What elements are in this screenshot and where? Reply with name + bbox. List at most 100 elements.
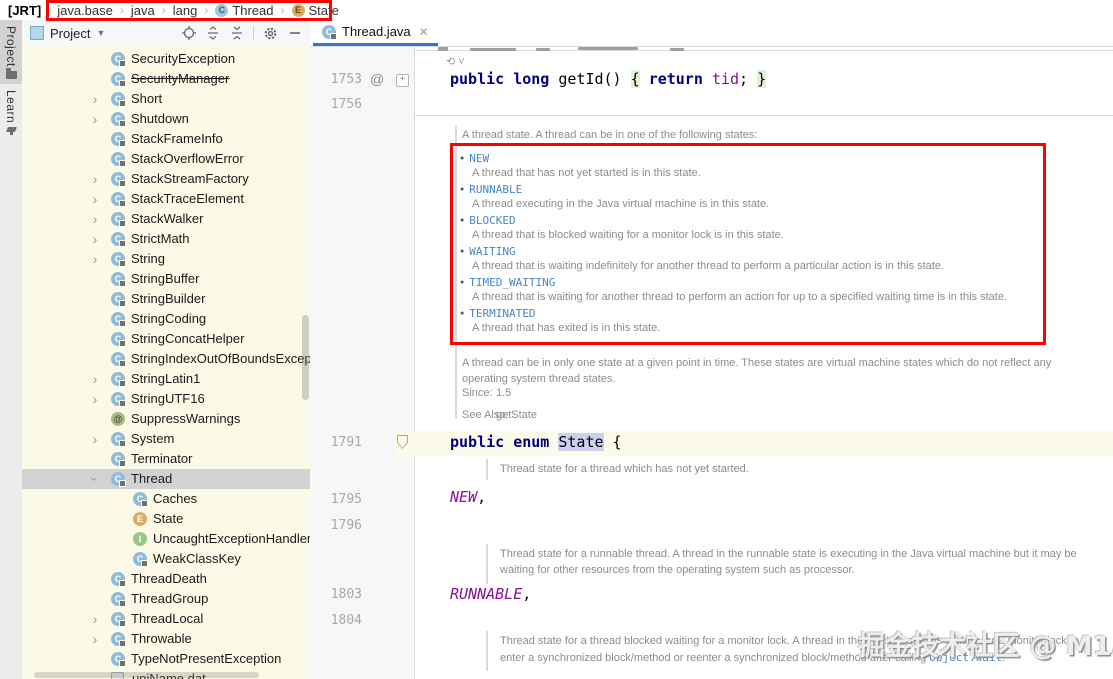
chevron-right-icon[interactable]: › [87, 369, 103, 389]
tree-item-SuppressWarnings[interactable]: @ SuppressWarnings [22, 409, 310, 429]
breadcrumb-item-Thread[interactable]: C Thread [215, 3, 274, 18]
javadoc-runnable: Thread state for a runnable thread. A th… [500, 548, 1077, 576]
see-also-link-getstate[interactable]: getState [496, 409, 537, 421]
annotation-icon: @ [111, 412, 125, 426]
tree-item-Caches[interactable]: C Caches [22, 489, 310, 509]
editor-gutter [310, 47, 415, 679]
tree-item-Shutdown[interactable]: › C Shutdown [22, 109, 310, 129]
tree-item-State[interactable]: E State [22, 509, 310, 529]
tab-thread-java[interactable]: C Thread.java ✕ [313, 20, 438, 46]
tree-item-StringCoding[interactable]: C StringCoding [22, 309, 310, 329]
tree-vertical-scrollbar[interactable] [302, 315, 309, 400]
locate-icon[interactable] [181, 26, 196, 41]
tree-item-Short[interactable]: › C Short [22, 89, 310, 109]
tree-item-StackStreamFactory[interactable]: › C StackStreamFactory [22, 169, 310, 189]
chevron-right-icon[interactable]: › [87, 209, 103, 229]
close-icon[interactable]: ✕ [419, 25, 429, 39]
tree-item-StringConcatHelper[interactable]: C StringConcatHelper [22, 329, 310, 349]
tree-item-StringUTF16[interactable]: › C StringUTF16 [22, 389, 310, 409]
code-token: State [558, 433, 604, 451]
doc-state-name: ● RUNNABLE [460, 182, 1007, 197]
doc-link-RUNNABLE[interactable]: RUNNABLE [469, 182, 522, 198]
tree-item-StackWalker[interactable]: › C StackWalker [22, 209, 310, 229]
tree-item-StringBuffer[interactable]: C StringBuffer [22, 269, 310, 289]
tree-item-TypeNotPresentException[interactable]: C TypeNotPresentException [22, 649, 310, 669]
clipped-text-artifact [670, 48, 684, 51]
tree-item-StringIndexOutOfBoundsExcep[interactable]: C StringIndexOutOfBoundsExcep [22, 349, 310, 369]
bullet-icon: ● [460, 154, 465, 162]
class-icon: C [133, 492, 148, 507]
tree-item-StringBuilder[interactable]: C StringBuilder [22, 289, 310, 309]
rendered-doc-toggle-icon[interactable]: ⟲ ˅ [446, 55, 465, 68]
tree-item-label: StringBuilder [131, 291, 206, 306]
tree-item-SecurityException[interactable]: C SecurityException [22, 49, 310, 69]
collapse-all-icon[interactable] [229, 26, 244, 41]
tree-item-StrictMath[interactable]: › C StrictMath [22, 229, 310, 249]
chevron-right-icon[interactable]: › [87, 229, 103, 249]
project-panel-toolbar [181, 26, 310, 41]
tree-item-StringLatin1[interactable]: › C StringLatin1 [22, 369, 310, 389]
doc-link-WAITING[interactable]: WAITING [469, 244, 515, 260]
project-panel-title: Project [50, 25, 91, 41]
tree-item-System[interactable]: › C System [22, 429, 310, 449]
tree-item-SecurityManager[interactable]: C SecurityManager [22, 69, 310, 89]
line-number: 1756 [330, 97, 362, 112]
fold-expand-icon[interactable]: + [396, 74, 409, 87]
sidebar-item-project[interactable]: Project [0, 20, 22, 84]
chevron-right-icon[interactable]: › [87, 249, 103, 269]
doc-link-BLOCKED[interactable]: BLOCKED [469, 213, 515, 229]
tree-item-StackFrameInfo[interactable]: C StackFrameInfo [22, 129, 310, 149]
chevron-down-icon[interactable]: ▼ [96, 28, 105, 38]
javadoc-left-border [486, 631, 488, 671]
tree-item-StackTraceElement[interactable]: › C StackTraceElement [22, 189, 310, 209]
line-number: 1804 [330, 613, 362, 628]
tree-item-ThreadLocal[interactable]: › C ThreadLocal [22, 609, 310, 629]
tree-horizontal-scrollbar[interactable] [34, 672, 259, 678]
breadcrumb-separator: › [204, 3, 209, 17]
learn-icon [6, 127, 17, 136]
folder-icon [5, 67, 17, 79]
annotation-gutter-icon[interactable]: @ [370, 71, 384, 87]
doc-state-item-WAITING: ● WAITING A thread that is waiting indefin… [460, 244, 1007, 275]
chevron-right-icon[interactable]: › [87, 169, 103, 189]
code-token: public [450, 433, 514, 451]
tree-item-Terminator[interactable]: C Terminator [22, 449, 310, 469]
settings-icon[interactable] [263, 26, 278, 41]
project-tree: C SecurityException C SecurityManager › C Shor… [22, 46, 310, 679]
chevron-right-icon[interactable]: › [87, 109, 103, 129]
doc-link-NEW[interactable]: NEW [469, 151, 489, 167]
tree-item-Thread[interactable]: › C Thread [22, 469, 310, 489]
bullet-icon: ● [460, 247, 465, 255]
doc-link-TERMINATED[interactable]: TERMINATED [469, 306, 535, 322]
tree-item-Throwable[interactable]: › C Throwable [22, 629, 310, 649]
chevron-down-icon[interactable]: › [85, 471, 105, 487]
chevron-right-icon[interactable]: › [87, 89, 103, 109]
tree-item-ThreadGroup[interactable]: C ThreadGroup [22, 589, 310, 609]
doc-state-item-TIMED_WAITING: ● TIMED_WAITING A thread that is waiting f… [460, 275, 1007, 306]
breadcrumb-item-lang[interactable]: lang [173, 3, 198, 18]
breadcrumb-item-java.base[interactable]: java.base [57, 3, 113, 18]
class-icon: C [111, 432, 126, 447]
hide-icon[interactable] [287, 26, 302, 41]
tree-item-WeakClassKey[interactable]: C WeakClassKey [22, 549, 310, 569]
tree-item-UncaughtExceptionHandler[interactable]: I UncaughtExceptionHandler [22, 529, 310, 549]
chevron-right-icon[interactable]: › [87, 189, 103, 209]
since-value: 1.5 [496, 387, 512, 399]
chevron-right-icon[interactable]: › [87, 609, 103, 629]
javadoc-intro: A thread state. A thread can be in one o… [462, 129, 758, 141]
tree-item-String[interactable]: › C String [22, 249, 310, 269]
class-icon: C [111, 372, 126, 387]
tree-item-StackOverflowError[interactable]: C StackOverflowError [22, 149, 310, 169]
chevron-right-icon[interactable]: › [87, 429, 103, 449]
doc-state-desc: A thread that is waiting for another thr… [472, 291, 1008, 303]
chevron-right-icon[interactable]: › [87, 629, 103, 649]
breadcrumb-separator: › [161, 3, 166, 17]
chevron-right-icon[interactable]: › [87, 389, 103, 409]
breadcrumb-item-java[interactable]: java [131, 3, 155, 18]
doc-link-TIMED_WAITING[interactable]: TIMED_WAITING [469, 275, 555, 291]
tree-item-label: WeakClassKey [153, 551, 241, 566]
tree-item-ThreadDeath[interactable]: C ThreadDeath [22, 569, 310, 589]
breadcrumb-item-State[interactable]: E State [291, 3, 339, 18]
expand-all-icon[interactable] [205, 26, 220, 41]
sidebar-item-learn[interactable]: Learn [0, 84, 22, 140]
